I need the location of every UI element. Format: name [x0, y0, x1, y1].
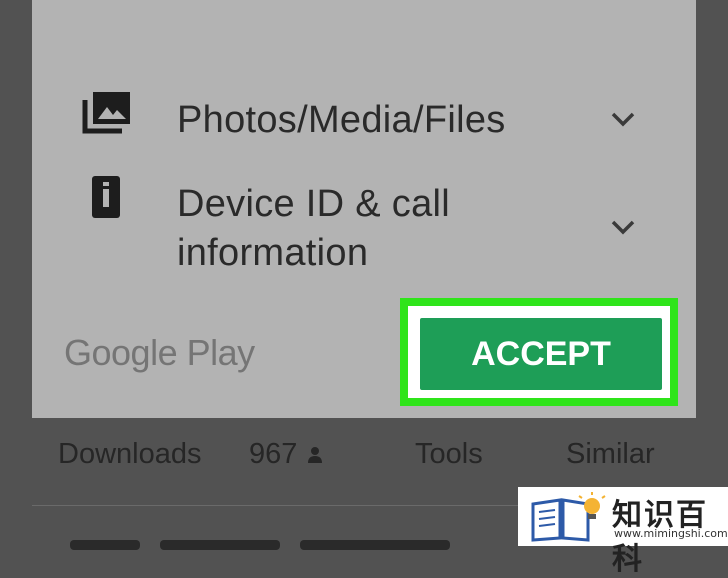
- permission-label-device-id: Device ID & call: [177, 183, 450, 225]
- chevron-down-icon[interactable]: [610, 218, 636, 236]
- permission-label-photos: Photos/Media/Files: [177, 99, 506, 141]
- accept-button-frame: ACCEPT: [408, 306, 670, 398]
- device-id-icon: [92, 176, 120, 218]
- accept-button[interactable]: ACCEPT: [420, 318, 662, 390]
- app-stats-row: Downloads 967 Tools Similar: [0, 432, 728, 476]
- chevron-down-icon[interactable]: [610, 110, 636, 128]
- permission-row-device-id[interactable]: Device ID & call information: [32, 172, 696, 282]
- accept-highlight: ACCEPT: [400, 298, 678, 406]
- book-lightbulb-icon: [531, 492, 606, 542]
- review-count: 967: [249, 432, 323, 476]
- photo-library-icon: [82, 92, 130, 134]
- watermark: 知识百科 www.mimingshi.com: [518, 487, 728, 577]
- permission-row-photos[interactable]: Photos/Media/Files: [32, 88, 696, 152]
- watermark-url: www.mimingshi.com: [614, 527, 728, 540]
- google-play-logo: Google Play: [64, 332, 255, 373]
- review-count-value: 967: [249, 438, 298, 470]
- person-icon: [308, 447, 323, 463]
- similar-link[interactable]: Similar: [566, 432, 655, 476]
- tools-category[interactable]: Tools: [415, 432, 483, 476]
- permission-label-device-id-line2: information: [177, 232, 369, 274]
- downloads-label: Downloads: [58, 438, 202, 470]
